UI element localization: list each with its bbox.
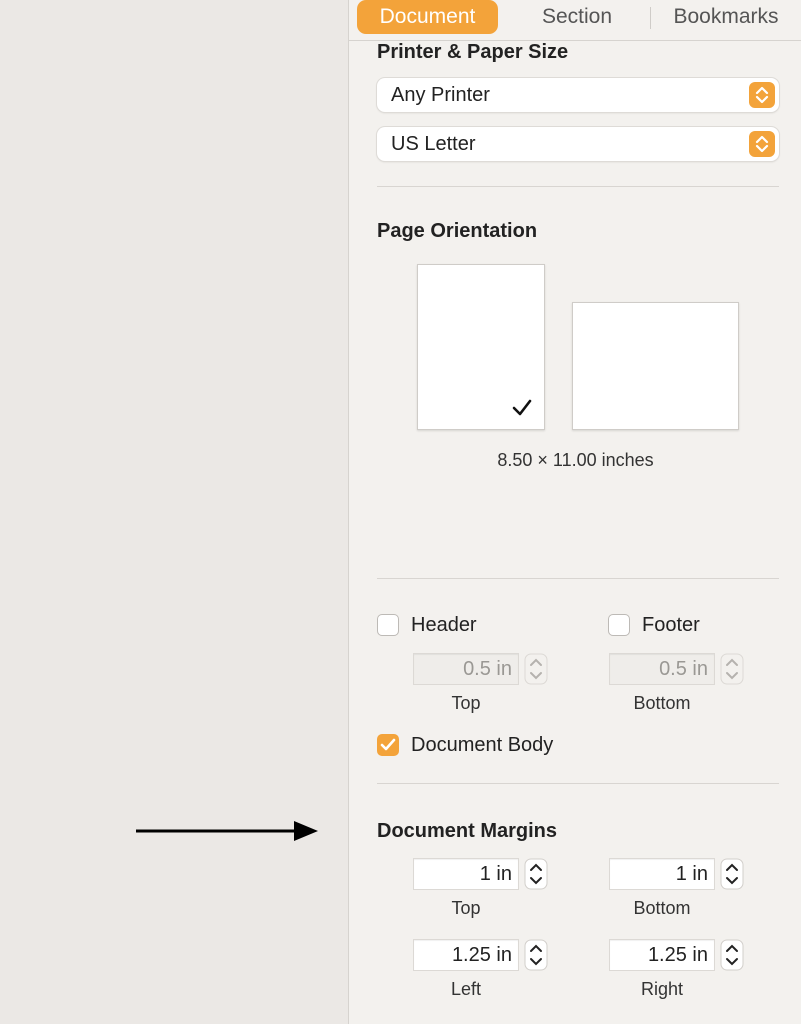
checkmark-icon: [512, 399, 532, 416]
printer-popup-chevron-icon: [749, 82, 775, 108]
divider: [377, 578, 779, 579]
header-margin-stepper[interactable]: [524, 653, 548, 685]
header-position-label: Top: [451, 693, 481, 713]
divider: [377, 186, 779, 187]
footer-position-label: Bottom: [633, 693, 691, 713]
tab-section[interactable]: Section: [521, 0, 633, 34]
tab-bookmarks[interactable]: Bookmarks: [661, 0, 791, 34]
top-margin-field[interactable]: 1 in: [413, 858, 519, 890]
right-margin-label: Right: [640, 979, 684, 999]
pointer-arrow-icon: [136, 821, 318, 841]
document-body-checkbox[interactable]: [377, 734, 399, 756]
left-margin-label: Left: [450, 979, 482, 999]
footer-checkbox[interactable]: [608, 614, 630, 636]
page-dimensions: 8.50 × 11.00 inches: [497, 450, 654, 470]
bottom-margin-stepper[interactable]: [720, 858, 744, 890]
paper-size-popup[interactable]: US Letter: [377, 127, 779, 161]
bottom-margin-value: 1 in: [675, 863, 708, 885]
top-margin-label: Top: [451, 898, 481, 918]
tab-separator: [650, 7, 651, 29]
document-body-label: Document Body: [411, 734, 554, 756]
paper-size-value: US Letter: [391, 133, 476, 155]
page-orientation-title: Page Orientation: [377, 220, 538, 242]
checkmark-icon: [380, 738, 396, 751]
footer-label: Footer: [642, 614, 700, 636]
top-margin-stepper[interactable]: [524, 858, 548, 890]
tab-document[interactable]: Document: [357, 0, 498, 34]
header-label: Header: [411, 614, 477, 636]
header-margin-field[interactable]: 0.5 in: [413, 653, 519, 685]
footer-margin-value: 0.5 in: [659, 658, 708, 680]
document-inspector: Document Section Bookmarks Printer & Pap…: [348, 0, 801, 1024]
landscape-orientation-button[interactable]: [572, 302, 739, 430]
divider: [377, 783, 779, 784]
top-margin-value: 1 in: [479, 863, 512, 885]
header-margin-value: 0.5 in: [463, 658, 512, 680]
footer-margin-field[interactable]: 0.5 in: [609, 653, 715, 685]
bottom-margin-field[interactable]: 1 in: [609, 858, 715, 890]
header-checkbox[interactable]: [377, 614, 399, 636]
printer-paper-title: Printer & Paper Size: [377, 41, 569, 63]
printer-popup[interactable]: Any Printer: [377, 78, 779, 112]
portrait-orientation-button[interactable]: [417, 264, 545, 430]
right-margin-field[interactable]: 1.25 in: [609, 939, 715, 971]
left-margin-stepper[interactable]: [524, 939, 548, 971]
footer-margin-stepper[interactable]: [720, 653, 744, 685]
bottom-margin-label: Bottom: [633, 898, 691, 918]
left-margin-value: 1.25 in: [451, 944, 512, 966]
document-canvas: [0, 0, 348, 1024]
left-margin-field[interactable]: 1.25 in: [413, 939, 519, 971]
paper-size-chevron-icon: [749, 131, 775, 157]
document-margins-title: Document Margins: [377, 820, 558, 842]
right-margin-stepper[interactable]: [720, 939, 744, 971]
right-margin-value: 1.25 in: [647, 944, 708, 966]
inspector-tabs: Document Section Bookmarks: [349, 0, 801, 41]
printer-value: Any Printer: [391, 84, 490, 106]
